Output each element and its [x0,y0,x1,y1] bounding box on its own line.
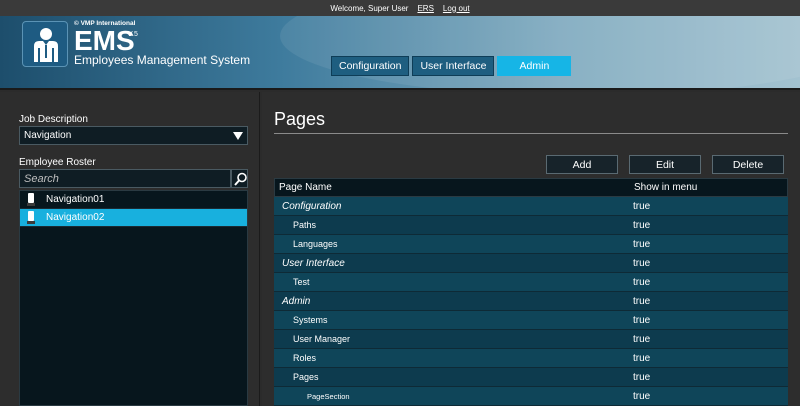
cell-show-in-menu: true [633,352,651,364]
tab-configuration[interactable]: Configuration [331,56,410,76]
cell-page-name: PageSection [307,391,350,401]
employee-icon [27,210,35,224]
table-row[interactable]: Pages true [274,368,788,387]
table-row[interactable]: PageSection true [274,387,788,406]
cell-page-name: Systems [293,314,328,325]
cell-page-name: Roles [293,352,317,363]
table-row[interactable]: Configuration true [274,197,788,216]
table-row[interactable]: User Manager true [274,330,788,349]
cell-show-in-menu: true [633,257,651,269]
table-body: Configuration true Paths true Languages tru… [274,197,788,406]
app-title: EMS [74,25,135,56]
table-row[interactable]: Languages true [274,235,788,254]
search-input[interactable] [19,169,231,188]
cell-page-name: Languages [293,238,338,249]
table-row[interactable]: Roles true [274,349,788,368]
cell-show-in-menu: true [633,333,651,345]
cell-page-name: Admin [282,295,311,307]
cell-page-name: Test [293,276,310,287]
app-header: © VMP International EMS V.5 Employees Ma… [0,16,800,90]
table-header: Page Name Show in menu [274,178,788,197]
table-row[interactable]: Test true [274,273,788,292]
app-version: V.5 [128,31,138,38]
delete-button[interactable]: Delete [712,155,784,174]
cell-show-in-menu: true [633,390,651,402]
table-row[interactable]: Admin true [274,292,788,311]
pages-table: Page Name Show in menu Configuration true… [274,178,788,406]
table-row[interactable]: User Interface true [274,254,788,273]
search-icon [234,172,247,186]
person-icon [34,28,58,62]
welcome-text: Welcome, Super User [330,3,409,13]
logout-link[interactable]: Log out [443,4,470,13]
cell-page-name: Paths [293,219,317,230]
dropdown-arrow-icon [233,132,243,140]
top-bar: Welcome, Super User ERS Log out [0,0,800,16]
cell-show-in-menu: true [633,314,651,326]
list-item-label: Navigation01 [46,194,105,205]
cell-page-name: Configuration [282,200,342,212]
list-item[interactable]: Navigation01 [20,191,247,209]
cell-page-name: User Manager [293,333,351,344]
main-panel: Pages Add Edit Delete Page Name Show in … [262,92,800,406]
title-divider [274,133,788,134]
table-row[interactable]: Paths true [274,216,788,235]
search-button[interactable] [231,169,248,188]
table-row[interactable]: Systems true [274,311,788,330]
job-description-select[interactable]: Navigation [19,126,248,145]
cell-show-in-menu: true [633,276,651,288]
employee-roster-list: Navigation01 Navigation02 [19,190,248,406]
ers-link[interactable]: ERS [417,4,433,13]
employee-icon [27,192,35,206]
cell-page-name: Pages [293,371,319,382]
cell-show-in-menu: true [633,238,651,250]
list-item-label: Navigation02 [46,212,105,223]
logo [22,21,68,67]
list-item[interactable]: Navigation02 [20,209,247,227]
job-description-label: Job Description [19,114,88,125]
sidebar: Job Description Navigation Employee Rost… [0,92,260,406]
column-header-page-name[interactable]: Page Name [275,182,630,193]
column-header-show-in-menu[interactable]: Show in menu [630,182,787,193]
job-description-value: Navigation [24,130,72,141]
cell-show-in-menu: true [633,295,651,307]
cell-show-in-menu: true [633,200,651,212]
main-nav: Configuration User Interface Admin [331,56,572,76]
cell-page-name: User Interface [282,257,345,269]
edit-button[interactable]: Edit [629,155,701,174]
employee-roster-label: Employee Roster [19,157,96,168]
app-subtitle: Employees Management System [74,53,251,67]
page-title: Pages [274,109,326,129]
cell-show-in-menu: true [633,219,651,231]
tab-admin[interactable]: Admin [497,56,572,76]
add-button[interactable]: Add [546,155,618,174]
tab-user-interface[interactable]: User Interface [412,56,495,76]
cell-show-in-menu: true [633,371,651,383]
